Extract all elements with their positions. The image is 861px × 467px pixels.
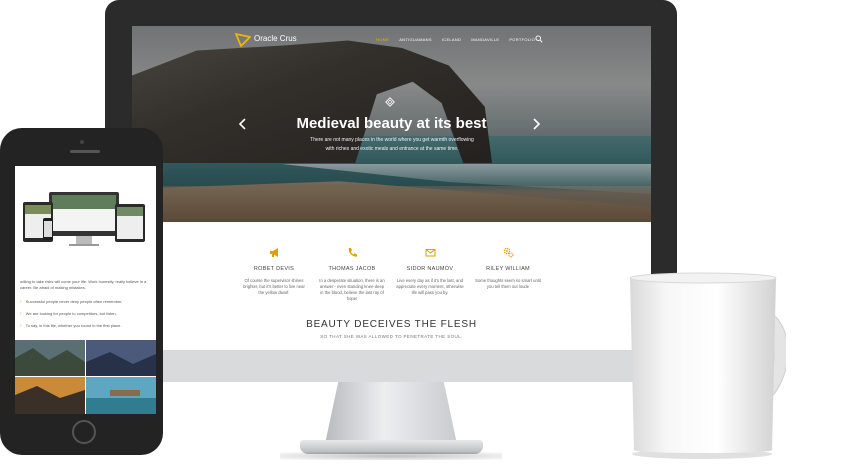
feature-text: In a desperate situation, there is an an… [319,278,385,301]
feature-name: SIDOR NAUMOV [406,266,454,272]
phone-camera [80,140,84,144]
monitor-stand-neck [325,382,457,444]
hero-title: Medieval beauty at its best [296,115,487,132]
phone-home-button[interactable] [72,420,96,444]
list-item: › Successful people never deny people of… [20,299,153,305]
feature-text: Some thoughts seem so smart until you te… [475,278,541,289]
nav-item-portfolio[interactable]: PORTFOLIO [509,37,535,42]
list-item-text: To say, in this life, whether you round … [25,323,122,328]
feature-item: THOMAS JACOB In a desperate situation, t… [318,247,386,302]
brand-name[interactable]: Oracle Crus [254,34,297,43]
feature-text: Of course the supervisor shines brighter… [243,278,305,295]
feature-item: ROBET DEVIS Of course the supervisor shi… [240,247,308,296]
logo-triangle-icon[interactable] [235,33,251,47]
features-section: ROBET DEVIS Of course the supervisor shi… [132,222,651,350]
list-item: › We are looking for people to competito… [20,311,153,317]
envelope-icon [425,249,435,257]
feature-text: Live every day as if it's the last, and … [396,278,464,295]
phone-speaker [70,150,100,153]
diamond-badge-icon [385,97,395,107]
device-mockup-scene: Oracle Crus HOME ANTIGUAMANS ICELAND MAN… [0,0,861,467]
chevron-right-icon: › [20,311,22,317]
phone-screen: willing to take risks will come your lif… [15,166,156,414]
phone-icon [348,248,357,257]
nav-menu: HOME ANTIGUAMANS ICELAND MANDAVILLE PORT… [376,37,535,42]
nav-item-mandaville[interactable]: MANDAVILLE [471,37,499,42]
feature-name: ROBET DEVIS [253,266,295,272]
feature-item: RILEY WILLIAM Some thoughts seem so smar… [474,247,542,290]
feature-name: THOMAS JACOB [328,266,376,272]
feature-item: SIDOR NAUMOV Live every day as if it's t… [396,247,464,296]
megaphone-icon [269,248,278,257]
site-navbar: Oracle Crus HOME ANTIGUAMANS ICELAND MAN… [132,26,651,54]
chevron-left-icon[interactable] [238,118,248,130]
monitor-screen: Oracle Crus HOME ANTIGUAMANS ICELAND MAN… [132,26,651,350]
chevron-right-icon: › [20,323,22,329]
phone-intro-text: willing to take risks will come your lif… [20,279,147,290]
phone-checklist: › Successful people never deny people of… [20,299,153,335]
hero-subtitle: There are not many places in the world w… [310,137,474,152]
list-item: › To say, in this life, whether you roun… [20,323,153,329]
nav-item-iceland[interactable]: ICELAND [442,37,461,42]
device-mockup-thumbnail [23,192,145,246]
list-item-text: Successful people never deny people ofte… [25,299,123,304]
section-subtitle: SO THAT SHE WAS ALLOWED TO PENETRATE THE… [320,334,463,339]
hero-slider: Oracle Crus HOME ANTIGUAMANS ICELAND MAN… [132,26,651,222]
monitor-shadow [280,452,502,460]
search-icon[interactable] [535,35,543,43]
gears-icon [503,247,513,258]
section-title: BEAUTY DECEIVES THE FLESH [306,319,477,330]
phone-photo-gallery [15,340,156,414]
coffee-mug [629,272,786,459]
nav-item-antiguamans[interactable]: ANTIGUAMANS [399,37,432,42]
nav-item-home[interactable]: HOME [376,37,389,42]
chevron-right-icon: › [20,299,22,305]
monitor-chin [105,350,677,382]
chevron-right-icon[interactable] [531,118,541,130]
feature-name: RILEY WILLIAM [486,266,530,272]
list-item-text: We are looking for people to competitors… [25,311,117,316]
